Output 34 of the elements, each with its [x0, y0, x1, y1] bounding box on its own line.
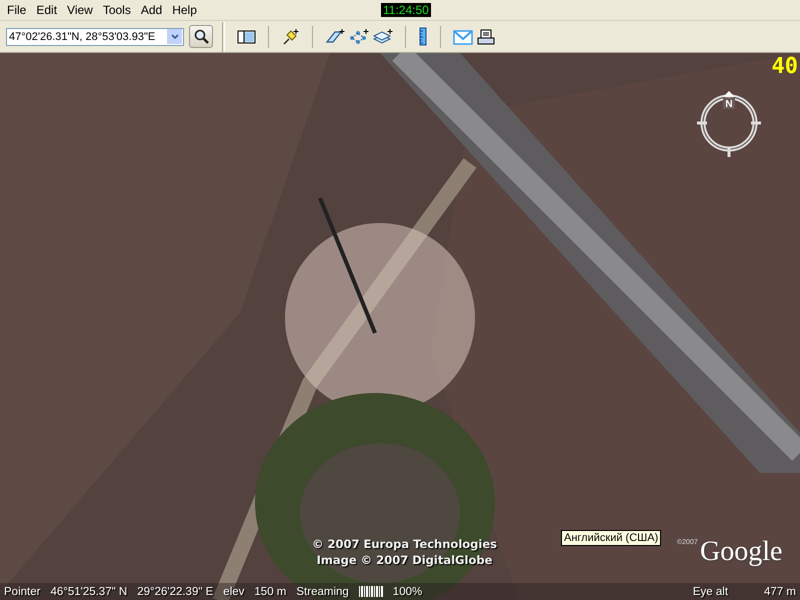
- pushpin-plus-icon: [281, 28, 300, 46]
- elevation-value: 150 m: [254, 586, 286, 598]
- latitude-value: 46°51'25.37" N: [50, 586, 128, 598]
- streaming-label: Streaming: [296, 586, 349, 598]
- frame-rate-counter: 40: [772, 56, 798, 78]
- pointer-label: Pointer: [4, 586, 40, 598]
- search-button[interactable]: [189, 25, 213, 48]
- satellite-map-drawing[interactable]: [0, 53, 800, 600]
- menu-item[interactable]: View: [62, 3, 98, 17]
- menu-item[interactable]: Help: [167, 3, 202, 17]
- path-plus-icon: [349, 28, 369, 45]
- envelope-icon: [453, 28, 473, 46]
- menu-item[interactable]: Add: [136, 3, 168, 17]
- eye-altitude-label: Eye alt: [692, 586, 728, 598]
- menu-item[interactable]: Edit: [31, 3, 62, 17]
- logo-text: Google: [700, 537, 782, 567]
- dropdown-caret-icon[interactable]: [167, 29, 182, 44]
- ruler-icon: [418, 27, 428, 46]
- copyright-text: Image © 2007 DigitalGlobe: [316, 553, 494, 567]
- sidebar-toggle-icon: [237, 28, 256, 46]
- menu-item[interactable]: File: [2, 3, 32, 17]
- search-icon: [194, 29, 208, 44]
- image-overlay-plus-icon: [373, 28, 393, 45]
- longitude-value: 29°26'22.39" E: [137, 586, 214, 598]
- polygon-plus-icon: [325, 28, 345, 45]
- menu-item[interactable]: Tools: [98, 3, 136, 17]
- copyright-text: © 2007 Europa Technologies: [312, 537, 497, 551]
- clock-display: 11:24:50: [381, 3, 431, 17]
- eye-altitude-value: 477 m: [764, 586, 796, 598]
- printer-icon: [477, 28, 495, 44]
- streaming-percent: 100%: [392, 586, 422, 598]
- language-tooltip: Английский (США): [561, 530, 662, 546]
- elevation-label: elev: [223, 586, 244, 598]
- location-search-field[interactable]: 47°02'26.31"N, 28°53'03.93"E: [6, 28, 184, 46]
